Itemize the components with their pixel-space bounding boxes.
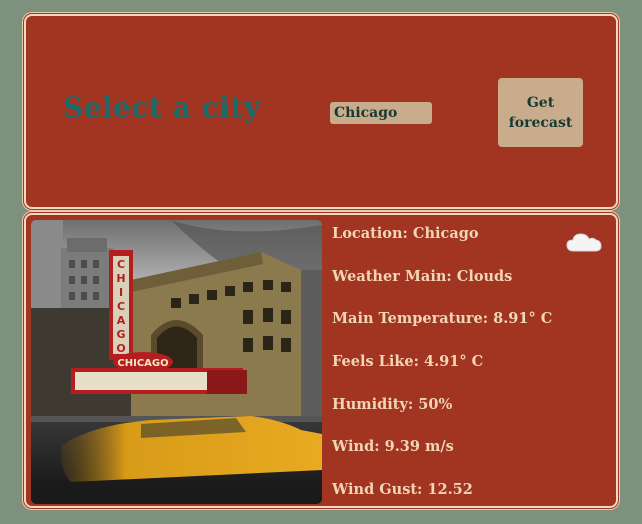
city-selection-panel: Select a city Chicago Get forecast: [24, 14, 618, 209]
feels-like-text: Feels Like: 4.91° C: [332, 353, 484, 370]
wind-gust-text: Wind Gust: 12.52: [332, 481, 473, 498]
svg-text:H: H: [116, 272, 125, 285]
svg-text:CHICAGO: CHICAGO: [117, 358, 168, 369]
get-forecast-button[interactable]: Get forecast: [498, 78, 583, 147]
svg-text:A: A: [117, 314, 126, 327]
weather-main-text: Weather Main: Clouds: [332, 268, 513, 285]
city-select[interactable]: Chicago: [330, 102, 432, 124]
main-temperature-text: Main Temperature: 8.91° C: [332, 310, 553, 327]
wind-text: Wind: 9.39 m/s: [332, 438, 454, 455]
city-photo: CHI CAGO CHICAGO: [31, 220, 322, 504]
svg-text:G: G: [116, 328, 125, 341]
svg-text:C: C: [117, 258, 125, 271]
weather-result-panel: CHI CAGO CHICAGO Location: Chicago Weath…: [24, 213, 618, 508]
svg-text:I: I: [119, 286, 123, 299]
location-text: Location: Chicago: [332, 225, 479, 242]
cloud-icon: [566, 231, 602, 253]
svg-text:O: O: [116, 342, 125, 355]
humidity-text: Humidity: 50%: [332, 396, 453, 413]
page-title: Select a city: [63, 91, 261, 124]
svg-text:C: C: [117, 300, 125, 313]
